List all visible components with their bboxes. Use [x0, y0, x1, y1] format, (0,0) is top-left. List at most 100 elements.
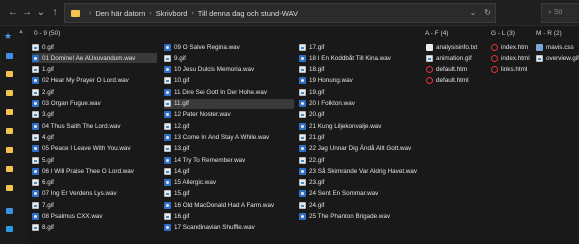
file-item[interactable]: 06 I Will Praise Thee O Lord.wav	[32, 166, 157, 176]
file-item[interactable]: 1.gif	[32, 65, 157, 75]
file-item[interactable]: 25 The Phanton Brigade.wav	[299, 212, 424, 222]
file-item[interactable]: 21.gif	[299, 132, 424, 142]
file-item[interactable]: 18.gif	[299, 65, 424, 75]
file-item[interactable]: 24 Sent En Sommar.wav	[299, 189, 424, 199]
file-item[interactable]: 8.gif	[32, 223, 157, 233]
file-name: links.html	[501, 66, 528, 74]
gif-file-icon	[426, 54, 433, 62]
file-item[interactable]: 15 Allergic.wav	[164, 178, 294, 188]
breadcrumb-current-folder[interactable]: Till denna dag och stund-WAV	[198, 9, 298, 18]
collapse-arrow-icon[interactable]: ▲	[18, 29, 24, 35]
file-item[interactable]: animation.gif	[426, 53, 488, 63]
html-file-icon	[426, 77, 433, 85]
file-item[interactable]: 22 Jag Unnar Dig Ändå Allt Gott.wav	[299, 144, 424, 154]
file-item[interactable]: 05 Peace I Leave With You.wav	[32, 144, 157, 154]
gif-file-icon	[32, 156, 39, 164]
file-item[interactable]: 13.gif	[164, 144, 294, 154]
file-item[interactable]: 04 Thus Saith The Lord.wav	[32, 121, 157, 131]
file-item[interactable]: 11.gif	[164, 98, 294, 109]
group-header-a-f[interactable]: A - F (4)	[425, 30, 448, 37]
wav-file-icon	[164, 156, 171, 164]
file-item[interactable]: 23 Så Skimrande Var Aldrig Havet.wav	[299, 166, 424, 176]
address-bar[interactable]: › Den här datorn › Skrivbord › Till denn…	[64, 3, 496, 23]
onedrive-icon[interactable]	[6, 208, 13, 214]
file-item[interactable]: 7.gif	[32, 200, 157, 210]
file-item[interactable]: 2.gif	[32, 87, 157, 97]
wav-file-icon	[32, 145, 39, 153]
folder-icon[interactable]	[6, 71, 13, 77]
file-item[interactable]: 11 Dire Sei Gott In Der Hohe.wav	[164, 87, 294, 97]
forward-button[interactable]: →	[20, 3, 34, 23]
file-item[interactable]: analysisinfo.txt	[426, 42, 488, 52]
file-item[interactable]: 21 Kung Liljekonvalje.wav	[299, 121, 424, 131]
file-item[interactable]: overview.gif	[536, 53, 579, 63]
refresh-icon[interactable]: ↻	[484, 8, 491, 17]
back-button[interactable]: ←	[6, 3, 20, 23]
file-item[interactable]: 01 Domine! Ae AUxuvandum.wav	[32, 53, 157, 64]
group-header-0-9[interactable]: 0 - 9 (50)	[34, 30, 60, 37]
file-item[interactable]: links.html	[491, 65, 533, 75]
file-item[interactable]: 03 Organ Fugue.wav	[32, 99, 157, 109]
this-pc-icon[interactable]	[6, 226, 13, 232]
file-item[interactable]: 16.gif	[164, 212, 294, 222]
file-item[interactable]: 20 I Folkton.wav	[299, 99, 424, 109]
file-item[interactable]: 10 Jesu Dulcis Memoria.wav	[164, 65, 294, 75]
folder-icon[interactable]	[6, 128, 13, 134]
wav-file-icon	[299, 54, 306, 62]
file-item[interactable]: 20.gif	[299, 110, 424, 120]
breadcrumb-desktop[interactable]: Skrivbord	[156, 9, 188, 18]
file-item[interactable]: 09 O Salve Regina.wav	[164, 42, 294, 52]
group-header-g-l[interactable]: G - L (3)	[491, 30, 515, 37]
search-input[interactable]: ⌕ Sö	[541, 3, 579, 23]
file-item[interactable]: index.html	[491, 53, 533, 63]
file-name: 09 O Salve Regina.wav	[174, 43, 240, 51]
file-name: 13.gif	[174, 145, 190, 153]
gif-file-icon	[299, 43, 306, 51]
file-item[interactable]: 24.gif	[299, 200, 424, 210]
folder-icon[interactable]	[6, 109, 13, 115]
recent-locations-button[interactable]: ⌄	[34, 3, 48, 23]
file-item[interactable]: 23.gif	[299, 178, 424, 188]
file-item[interactable]: 3.gif	[32, 110, 157, 120]
file-item[interactable]: 07 Ing Er Verdens Lys.wav	[32, 189, 157, 199]
file-item[interactable]: 14.gif	[164, 166, 294, 176]
quick-access-star-icon[interactable]: ★	[4, 31, 12, 42]
file-item[interactable]: default.htm	[426, 65, 488, 75]
folder-icon[interactable]	[6, 166, 13, 172]
folder-icon[interactable]	[6, 147, 13, 153]
group-header-m-r[interactable]: M - R (2)	[536, 30, 562, 37]
file-name: 21 Kung Liljekonvalje.wav	[309, 122, 382, 130]
desktop-icon[interactable]	[6, 53, 13, 59]
up-button[interactable]: ↑	[48, 3, 62, 23]
address-dropdown-icon[interactable]: ⌄	[470, 8, 477, 17]
breadcrumb-this-pc[interactable]: Den här datorn	[95, 9, 145, 18]
file-item[interactable]: mavis.css	[536, 42, 579, 52]
file-name: 1.gif	[42, 66, 54, 74]
file-item[interactable]: 10.gif	[164, 76, 294, 86]
file-item[interactable]: 12.gif	[164, 121, 294, 131]
file-item[interactable]: 17 Scandinavian Shuffle.wav	[164, 223, 294, 233]
file-item[interactable]: 12 Pater Noster.wav	[164, 110, 294, 120]
file-item[interactable]: 5.gif	[32, 155, 157, 165]
file-item[interactable]: 9.gif	[164, 53, 294, 63]
file-item[interactable]: 4.gif	[32, 132, 157, 142]
file-item[interactable]: 19.gif	[299, 87, 424, 97]
file-item[interactable]: 18 I En Koddbåt Till Kina.wav	[299, 53, 424, 63]
file-item[interactable]: 02 Hear My Prayer O Lord.wav	[32, 76, 157, 86]
file-item[interactable]: 0.gif	[32, 42, 157, 52]
file-item[interactable]: 6.gif	[32, 178, 157, 188]
file-item[interactable]: 14 Try To Remember.wav	[164, 155, 294, 165]
file-item[interactable]: default.html	[426, 76, 488, 86]
file-item[interactable]: 16 Old MacDonald Had A Farm.wav	[164, 200, 294, 210]
file-item[interactable]: 08 Psalmus CXX.wav	[32, 212, 157, 222]
file-item[interactable]: 13 Come In And Stay A While.wav	[164, 132, 294, 142]
wav-file-icon	[299, 122, 306, 130]
folder-icon[interactable]	[6, 185, 13, 191]
file-item[interactable]: index.htm	[491, 42, 533, 52]
gif-file-icon	[299, 133, 306, 141]
file-item[interactable]: 15.gif	[164, 189, 294, 199]
file-item[interactable]: 19 Honung.wav	[299, 76, 424, 86]
file-item[interactable]: 17.gif	[299, 42, 424, 52]
file-item[interactable]: 22.gif	[299, 155, 424, 165]
folder-icon[interactable]	[6, 90, 13, 96]
